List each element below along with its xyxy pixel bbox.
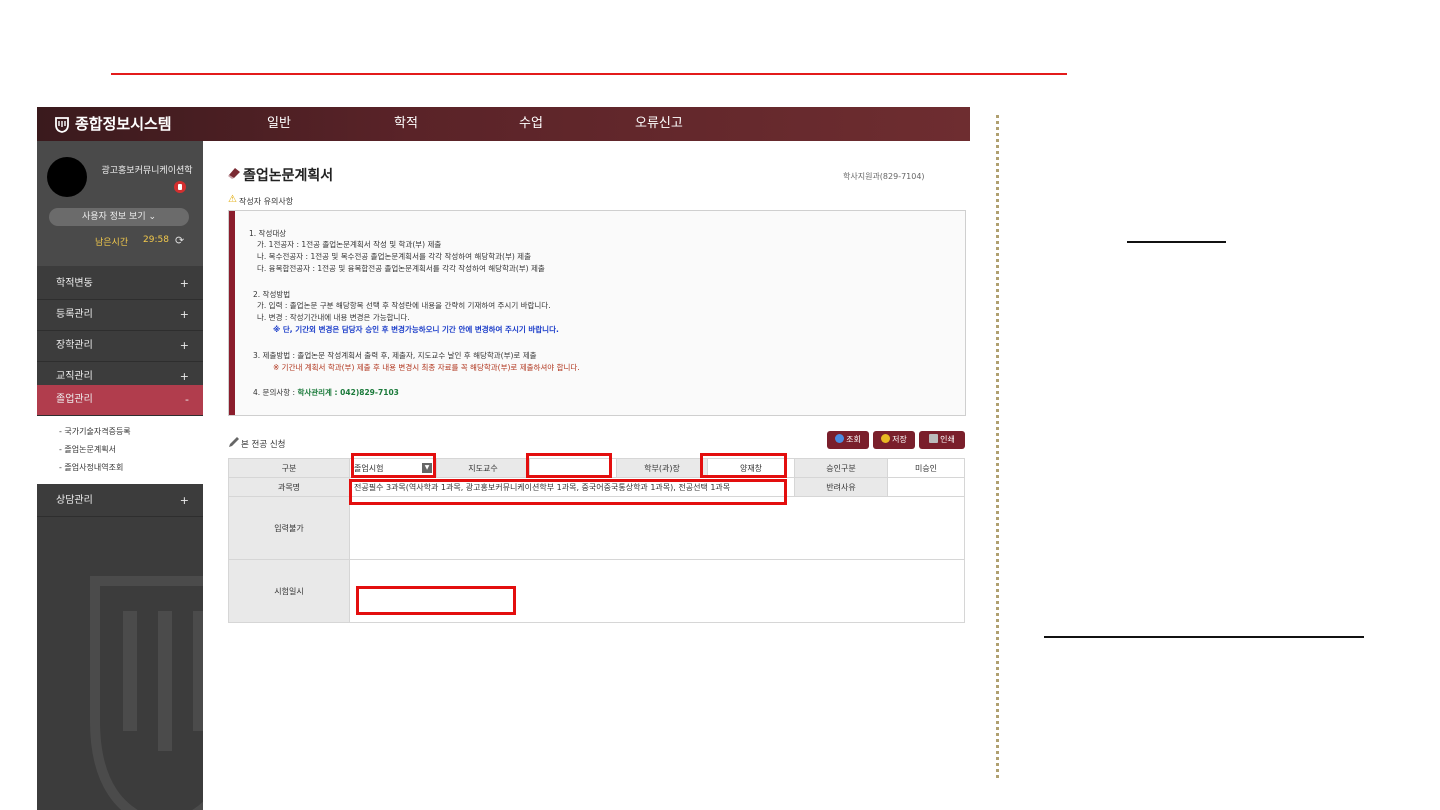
submenu-item-thesis-plan[interactable]: - 졸업논문계획서 — [59, 444, 116, 455]
expand-icon: + — [179, 308, 189, 321]
sidebar-item-counseling[interactable]: 상담관리 + — [37, 486, 203, 517]
notice-section-3: 3. 제출방법 : 졸업논문 작성계획서 출력 후, 제출자, 지도교수 날인 … — [253, 351, 537, 360]
input-label: 입력불가 — [228, 496, 350, 560]
menu-label: 학적변동 — [56, 278, 93, 289]
brand-logo[interactable]: 종합정보시스템 — [55, 107, 172, 141]
sidebar-item-graduation[interactable]: 졸업관리 - — [37, 385, 203, 416]
notice-accent-bar — [229, 211, 235, 415]
warning-icon: ⚠ — [228, 194, 237, 205]
notice-line: 나. 변경 : 작성기간내에 내용 변경은 가능합니다. — [257, 313, 410, 322]
menu-label: 상담관리 — [56, 495, 93, 506]
search-icon — [835, 434, 845, 443]
chevron-down-icon: ⌄ — [148, 212, 157, 222]
pencil-icon — [229, 437, 239, 447]
sidebar-item-scholarship[interactable]: 장학관리 + — [37, 331, 203, 362]
highlight-box — [356, 586, 516, 615]
collapse-icon: - — [185, 393, 189, 406]
content-textarea[interactable] — [349, 496, 965, 560]
remaining-time-label: 남은시간 — [95, 238, 129, 248]
notice-inquiry-contact: 학사관리계 : 042)829-7103 — [297, 388, 399, 397]
highlight-box — [349, 479, 787, 505]
expand-icon: + — [179, 494, 189, 507]
notice-highlight-red: ※ 기간내 계획서 학과(부) 제출 후 내용 변경시 최종 자료를 꼭 해당학… — [273, 363, 580, 372]
save-icon — [881, 434, 891, 443]
section-title: 본 전공 신청 — [241, 440, 286, 450]
top-navigation-bar: 종합정보시스템 일반 학적 수업 오류신고 — [37, 107, 970, 141]
search-button[interactable]: 조회 — [827, 431, 869, 449]
avatar — [47, 157, 87, 197]
save-button[interactable]: 저장 — [873, 431, 915, 449]
save-label: 저장 — [892, 435, 907, 444]
exam-date-label: 시험일시 — [228, 559, 350, 623]
app-window: 종합정보시스템 일반 학적 수업 오류신고 광고홍보커뮤니케이션학 사용자 정보… — [37, 107, 970, 810]
brand-name: 종합정보시스템 — [75, 115, 172, 133]
university-emblem-watermark — [90, 576, 203, 810]
logout-icon[interactable] — [174, 181, 186, 193]
department-name: 광고홍보커뮤니케이션학 — [101, 166, 193, 176]
advisor-label: 지도교수 — [436, 458, 530, 478]
printer-icon — [929, 434, 939, 443]
reject-value — [887, 477, 965, 497]
notice-line: 가. 입력 : 졸업논문 구분 해당항목 선택 후 작성란에 내용을 간략히 기… — [257, 301, 551, 310]
decorative-line-short — [1127, 241, 1226, 243]
reject-label: 반려사유 — [794, 477, 888, 497]
highlight-box — [351, 453, 436, 478]
notice-highlight-blue: ※ 단, 기간외 변경은 담당자 승인 후 변경가능하오니 기간 안에 변경하여… — [273, 325, 559, 334]
nav-academic[interactable]: 학적 — [394, 107, 418, 141]
decorative-red-line — [111, 73, 1067, 75]
sidebar-item-academic-change[interactable]: 학적변동 + — [37, 269, 203, 300]
sidebar-item-registration[interactable]: 등록관리 + — [37, 300, 203, 331]
decorative-line-long — [1044, 636, 1364, 638]
notice-box: 1. 작성대상 가. 1전공자 : 1전공 졸업논문계획서 작성 및 학과(부)… — [228, 210, 966, 416]
menu-label: 졸업관리 — [56, 394, 93, 405]
notice-line: 가. 1전공자 : 1전공 졸업논문계획서 작성 및 학과(부) 제출 — [257, 240, 442, 249]
form-row: 시험일시 — [228, 559, 965, 623]
notice-section-4: 4. 문의사항 : 학사관리계 : 042)829-7103 — [253, 387, 399, 398]
page-title: 졸업논문계획서 — [243, 168, 334, 184]
dotted-divider — [996, 115, 999, 778]
head-label: 학부(과)장 — [616, 458, 708, 478]
menu-label: 장학관리 — [56, 340, 93, 351]
nav-error-report[interactable]: 오류신고 — [635, 107, 683, 141]
expand-icon: + — [179, 277, 189, 290]
profile-panel: 광고홍보커뮤니케이션학 사용자 정보 보기 ⌄ 남은시간 29:58 ⟳ — [37, 141, 203, 266]
approval-value: 미승인 — [887, 458, 965, 478]
nav-class[interactable]: 수업 — [519, 107, 543, 141]
notice-line: 다. 융복합전공자 : 1전공 및 융복합전공 졸업논문계획서를 각각 작성하여… — [257, 264, 545, 273]
refresh-icon[interactable]: ⟳ — [175, 235, 184, 246]
approval-label: 승인구분 — [794, 458, 888, 478]
highlight-box — [700, 453, 787, 478]
notice-inquiry-label: 4. 문의사항 : — [253, 388, 298, 397]
shield-logo-icon — [55, 116, 69, 133]
menu-label: 등록관리 — [56, 309, 93, 320]
expand-icon: + — [179, 339, 189, 352]
search-label: 조회 — [846, 435, 861, 444]
warning-label: 작성자 유의사항 — [239, 197, 294, 206]
graduation-submenu: - 국가기술자격증등록 - 졸업논문계획서 - 졸업사정내역조회 — [37, 416, 203, 484]
highlight-box — [526, 453, 612, 478]
user-info-button[interactable]: 사용자 정보 보기 ⌄ — [49, 208, 189, 226]
eraser-icon — [228, 168, 240, 179]
submenu-item-certificate[interactable]: - 국가기술자격증등록 — [59, 426, 131, 437]
user-info-label: 사용자 정보 보기 — [81, 212, 146, 222]
office-contact: 학사지원과(829-7104) — [843, 172, 925, 181]
gubun-label: 구분 — [228, 458, 350, 478]
print-label: 인쇄 — [940, 435, 955, 444]
remaining-time-value: 29:58 — [143, 235, 169, 245]
form-row: 입력불가 — [228, 496, 965, 560]
print-button[interactable]: 인쇄 — [919, 431, 965, 449]
notice-line: 나. 복수전공자 : 1전공 및 복수전공 졸업논문계획서를 각각 작성하여 해… — [257, 252, 531, 261]
notice-section-1: 1. 작성대상 — [249, 229, 287, 238]
sidebar: 광고홍보커뮤니케이션학 사용자 정보 보기 ⌄ 남은시간 29:58 ⟳ 학적변… — [37, 141, 203, 810]
notice-section-2: 2. 작성방법 — [253, 290, 291, 299]
subject-label: 과목명 — [228, 477, 350, 497]
nav-general[interactable]: 일반 — [267, 107, 291, 141]
submenu-item-graduation-review[interactable]: - 졸업사정내역조회 — [59, 462, 123, 473]
